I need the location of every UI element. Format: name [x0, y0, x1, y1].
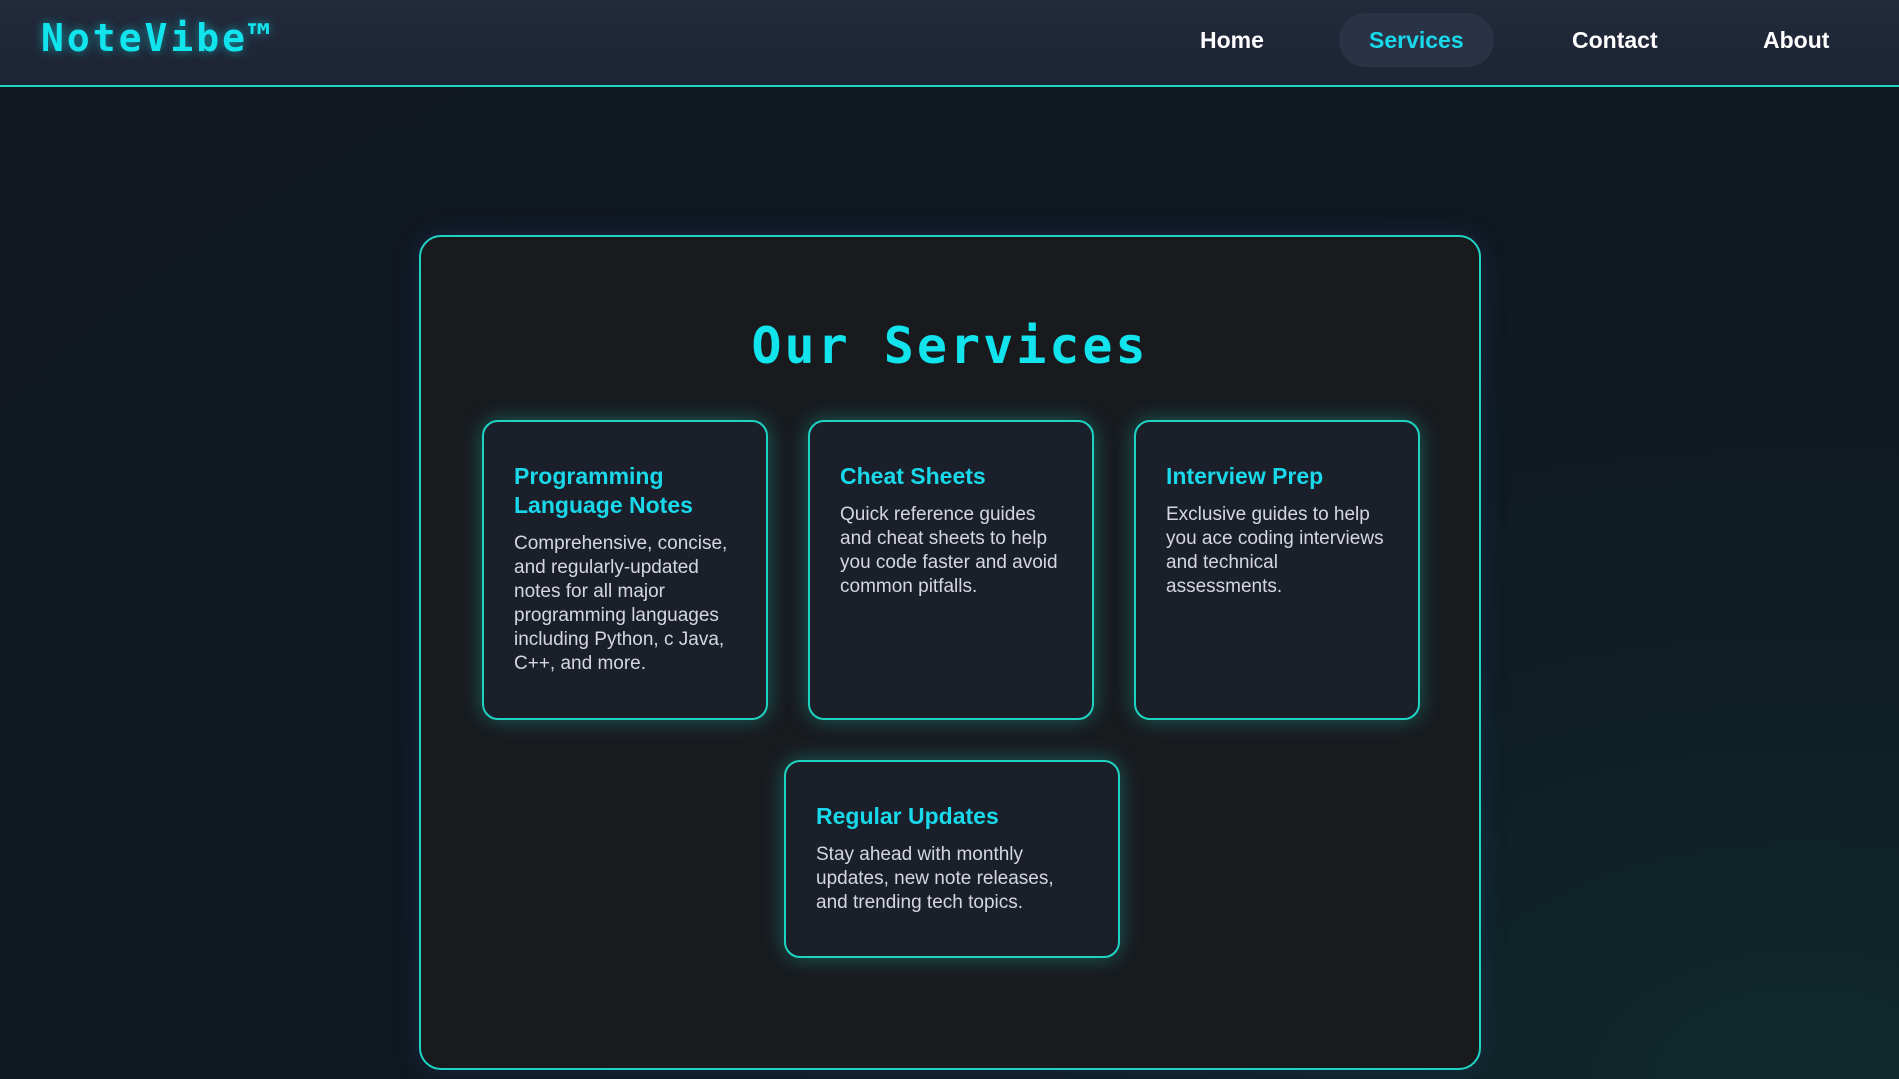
services-panel: Our Services Programming Language Notes … [419, 235, 1481, 1070]
nav-home-link[interactable]: Home [1170, 13, 1294, 67]
top-navbar: NoteVibe™ Home Services Contact About [0, 0, 1899, 87]
service-card-title: Cheat Sheets [840, 463, 986, 489]
service-card-description: Comprehensive, concise, and regularly-up… [514, 533, 728, 674]
service-card-cheat-sheets[interactable]: Cheat Sheets Quick reference guides and … [808, 420, 1094, 720]
service-card-description: Stay ahead with monthly updates, new not… [816, 844, 1054, 913]
service-card-description: Exclusive guides to help you ace coding … [1166, 504, 1384, 597]
service-card-regular-updates[interactable]: Regular Updates Stay ahead with monthly … [784, 760, 1120, 958]
service-card-title: Regular Updates [816, 803, 999, 829]
service-card-interview-prep[interactable]: Interview Prep Exclusive guides to help … [1134, 420, 1420, 720]
service-card-title: Programming Language Notes [514, 463, 693, 518]
nav-about-link[interactable]: About [1733, 13, 1859, 67]
service-card-programming-notes[interactable]: Programming Language Notes Comprehensive… [482, 420, 768, 720]
service-card-title: Interview Prep [1166, 463, 1324, 489]
service-card-description: Quick reference guides and cheat sheets … [840, 504, 1058, 597]
site-logo[interactable]: NoteVibe™ [41, 16, 274, 60]
nav-services-link[interactable]: Services [1339, 13, 1494, 67]
services-heading: Our Services [751, 317, 1149, 375]
nav-contact-link[interactable]: Contact [1542, 13, 1688, 67]
